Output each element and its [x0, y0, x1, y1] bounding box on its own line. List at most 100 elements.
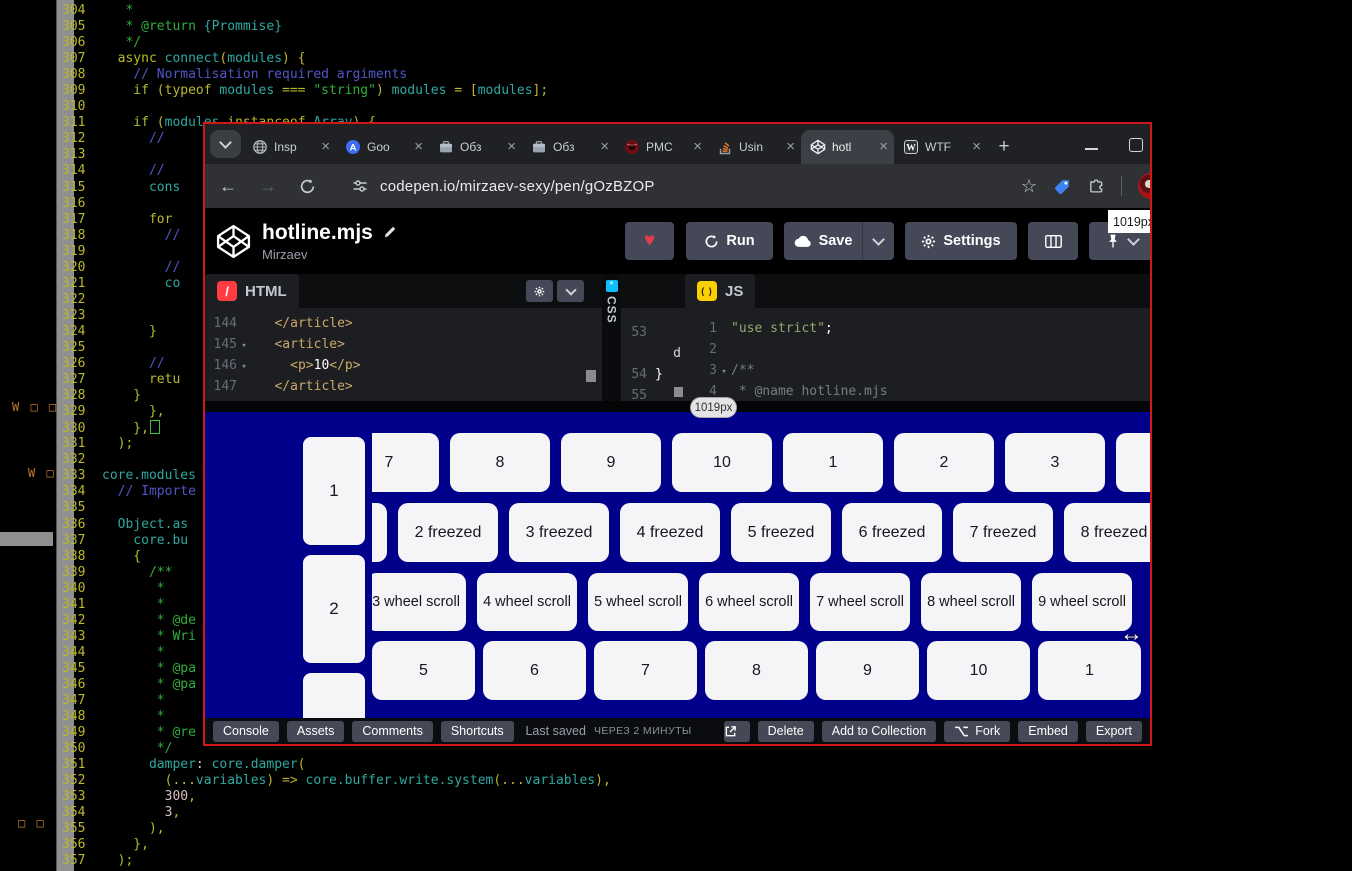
maximize-button[interactable] — [1129, 138, 1143, 152]
hotline-row[interactable]: 78910123 — [372, 433, 1150, 492]
preview-card[interactable] — [303, 673, 365, 718]
save-button[interactable]: Save — [784, 222, 862, 260]
tab-close-icon[interactable]: × — [507, 140, 516, 154]
preview-card[interactable]: 6 — [483, 641, 586, 700]
open-live-view-button[interactable] — [724, 721, 750, 742]
browser-window[interactable]: Insp×AGoo×Обз×Обз×PMC×Usin×hotl×WWTF× + … — [203, 122, 1152, 746]
tab-close-icon[interactable]: × — [879, 140, 888, 154]
browser-tab[interactable]: Обз× — [429, 130, 522, 164]
footer-fork-button[interactable]: Fork — [944, 721, 1010, 742]
scrollbar-nub[interactable] — [586, 370, 596, 382]
new-tab-button[interactable]: + — [991, 134, 1017, 160]
preview-card[interactable]: 8 — [450, 433, 550, 492]
tab-close-icon[interactable]: × — [414, 140, 423, 154]
preview-card[interactable]: 9 wheel scroll — [1032, 573, 1132, 631]
tab-close-icon[interactable]: × — [972, 140, 981, 154]
css-collapsed-strip[interactable]: * CSS — [602, 274, 621, 401]
bookmark-star-icon[interactable]: ☆ — [1021, 176, 1037, 197]
browser-tab[interactable]: Обз× — [522, 130, 615, 164]
preview-card[interactable]: 5 freezed — [731, 503, 831, 562]
preview-card[interactable]: 8 — [705, 641, 808, 700]
footer-comments-button[interactable]: Comments — [352, 721, 432, 742]
preview-card[interactable]: 2 — [894, 433, 994, 492]
preview-card[interactable]: 1 — [783, 433, 883, 492]
preview-card[interactable]: 7 wheel scroll — [810, 573, 910, 631]
preview-card[interactable] — [372, 503, 387, 562]
tab-search-button[interactable] — [210, 130, 241, 158]
run-button[interactable]: Run — [686, 222, 773, 260]
preview-card[interactable]: 10 — [927, 641, 1030, 700]
js-tab[interactable]: ( ) JS — [685, 274, 755, 308]
codepen-logo-icon[interactable] — [215, 223, 252, 260]
back-button[interactable]: ← — [219, 177, 237, 195]
js-code-area[interactable]: 1"use strict";23▾/**4 * @name hotline.mj… — [685, 308, 1150, 401]
extensions-puzzle-icon[interactable] — [1088, 178, 1105, 195]
footer-console-button[interactable]: Console — [213, 721, 279, 742]
preview-card[interactable]: 7 — [594, 641, 697, 700]
minimize-button[interactable] — [1085, 148, 1098, 150]
scrollbar-nub[interactable] — [674, 387, 683, 397]
hotline-row[interactable]: 56789101 — [372, 641, 1150, 700]
change-view-button[interactable] — [1028, 222, 1078, 260]
preview-card[interactable]: 6 wheel scroll — [699, 573, 799, 631]
footer-shortcuts-button[interactable]: Shortcuts — [441, 721, 514, 742]
html-settings-gear-button[interactable] — [526, 280, 553, 302]
scrollbar-block[interactable] — [0, 532, 53, 546]
save-dropdown-button[interactable] — [862, 222, 894, 260]
footer-assets-button[interactable]: Assets — [287, 721, 345, 742]
preview-card[interactable]: 1 — [1038, 641, 1141, 700]
preview-card[interactable]: 7 freezed — [953, 503, 1053, 562]
tab-close-icon[interactable]: × — [693, 140, 702, 154]
preview-card[interactable]: 4 freezed — [620, 503, 720, 562]
preview-card[interactable]: 3 — [1005, 433, 1105, 492]
preview-card[interactable]: 6 freezed — [842, 503, 942, 562]
pen-author[interactable]: Mirzaev — [262, 247, 397, 262]
html-code-area[interactable]: 144 </article>145▾ <article>146▾ <p>10</… — [205, 308, 602, 401]
html-collapse-button[interactable] — [557, 280, 584, 302]
forward-button[interactable]: → — [259, 177, 277, 195]
footer-add-to-collection-button[interactable]: Add to Collection — [822, 721, 937, 742]
preview-card[interactable]: 9 — [816, 641, 919, 700]
preview-iframe[interactable]: 789101232 freezed3 freezed4 freezed5 fre… — [205, 412, 1150, 718]
hotline-row[interactable]: 3 wheel scroll4 wheel scroll5 wheel scro… — [372, 573, 1150, 631]
love-button[interactable]: ♥ — [625, 222, 674, 260]
preview-card[interactable]: 8 freezed — [1064, 503, 1150, 562]
preview-card[interactable]: 10 — [672, 433, 772, 492]
footer-export-button[interactable]: Export — [1086, 721, 1142, 742]
preview-card[interactable]: 8 wheel scroll — [921, 573, 1021, 631]
preview-card[interactable]: 3 freezed — [509, 503, 609, 562]
preview-card[interactable]: 1 — [303, 437, 365, 545]
browser-tab[interactable]: hotl× — [801, 130, 894, 164]
browser-tab[interactable]: PMC× — [615, 130, 708, 164]
preview-card[interactable]: 2 freezed — [398, 503, 498, 562]
settings-button[interactable]: Settings — [905, 222, 1017, 260]
site-settings-icon[interactable] — [352, 178, 368, 194]
browser-tab[interactable]: AGoo× — [336, 130, 429, 164]
tab-close-icon[interactable]: × — [600, 140, 609, 154]
footer-delete-button[interactable]: Delete — [758, 721, 814, 742]
preview-card[interactable]: 4 wheel scroll — [477, 573, 577, 631]
preview-card[interactable]: 5 wheel scroll — [588, 573, 688, 631]
preview-card[interactable]: 7 — [372, 433, 439, 492]
editor-preview-divider[interactable] — [205, 401, 1150, 412]
preview-card[interactable]: 9 — [561, 433, 661, 492]
preview-card[interactable]: 2 — [303, 555, 365, 663]
profile-avatar[interactable] — [1138, 173, 1152, 199]
browser-tab[interactable]: WWTF× — [894, 130, 987, 164]
hotline-row[interactable]: 2 freezed3 freezed4 freezed5 freezed6 fr… — [372, 503, 1150, 562]
tab-close-icon[interactable]: × — [786, 140, 795, 154]
preview-card[interactable]: 5 — [372, 641, 475, 700]
line-number: 344 — [62, 645, 102, 661]
browser-tab[interactable]: Usin× — [708, 130, 801, 164]
reload-button[interactable] — [299, 178, 316, 195]
preview-card[interactable]: 3 wheel scroll — [372, 573, 466, 631]
footer-embed-button[interactable]: Embed — [1018, 721, 1078, 742]
line-number: 306 — [62, 35, 102, 51]
tab-close-icon[interactable]: × — [321, 140, 330, 154]
browser-tab[interactable]: Insp× — [243, 130, 336, 164]
html-tab[interactable]: / HTML — [205, 274, 299, 308]
tag-extension-icon[interactable] — [1053, 177, 1072, 196]
edit-pencil-icon[interactable] — [383, 225, 397, 239]
address-bar[interactable]: codepen.io/mirzaev-sexy/pen/gOzBZOP — [380, 178, 655, 195]
preview-card[interactable] — [1116, 433, 1150, 492]
